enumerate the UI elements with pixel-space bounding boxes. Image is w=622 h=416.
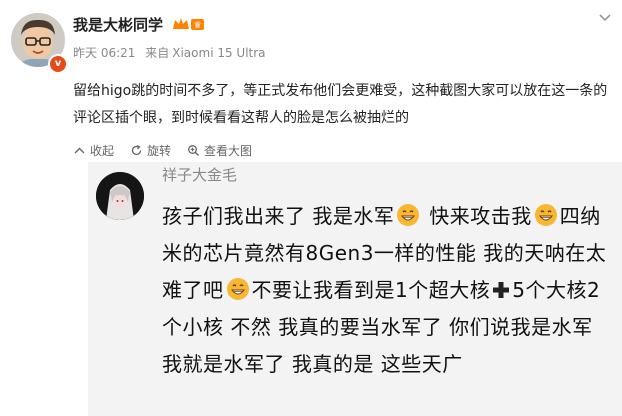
collapse-icon bbox=[74, 147, 85, 154]
crown-vip-icon: ♛ bbox=[173, 18, 204, 31]
comment-segment: 孩子们我出来了 我是水军 bbox=[162, 204, 395, 228]
post-text: 留给higo跳的时间不多了，等正式发布他们会更难受，这种截图大家可以放在这一条的… bbox=[73, 83, 608, 126]
post-meta: 昨天 06:21 来自 Xiaomi 15 Ultra bbox=[73, 44, 272, 61]
device-name[interactable]: Xiaomi 15 Ultra bbox=[172, 46, 265, 60]
comment-text: 孩子们我出来了 我是水军 快来攻击我 四纳米的芯片竟然有8Gen3一样的性能 我的… bbox=[162, 198, 612, 383]
post-time: 昨天 06:21 bbox=[73, 46, 136, 60]
rotate-button[interactable]: 旋转 bbox=[130, 142, 171, 159]
svg-text:♛: ♛ bbox=[193, 21, 201, 31]
username[interactable]: 我是大彬同学 bbox=[73, 14, 163, 35]
anime-avatar-image bbox=[96, 172, 144, 220]
verified-badge-icon: v bbox=[48, 54, 68, 74]
plus-icon bbox=[493, 282, 510, 298]
comment-segment: 不要让我看到是1个超大核 bbox=[251, 278, 491, 302]
grin-emoji-icon bbox=[397, 204, 420, 226]
weibo-post: v 我是大彬同学 ♛ 昨天 06:21 来自 Xiaomi 15 Ultra 留给… bbox=[0, 0, 622, 160]
zoom-icon bbox=[188, 145, 200, 156]
rotate-icon bbox=[131, 144, 142, 156]
view-large-label: 查看大图 bbox=[204, 144, 253, 158]
comment-username: 祥子大金毛 bbox=[162, 166, 238, 184]
rotate-label: 旋转 bbox=[147, 144, 172, 158]
grin-emoji-icon bbox=[226, 278, 249, 300]
collapse-label: 收起 bbox=[90, 144, 115, 158]
comment-avatar bbox=[96, 172, 144, 220]
image-actions: 收起 旋转 查看大图 bbox=[73, 142, 252, 159]
collapse-button[interactable]: 收起 bbox=[73, 142, 114, 159]
view-large-button[interactable]: 查看大图 bbox=[187, 142, 252, 159]
comment-segment: 快来攻击我 bbox=[429, 204, 532, 228]
source-prefix: 来自 bbox=[145, 46, 170, 60]
grin-emoji-icon bbox=[534, 204, 557, 226]
chevron-down-icon[interactable] bbox=[597, 9, 613, 25]
embedded-screenshot[interactable]: 祥子大金毛 孩子们我出来了 我是水军 快来攻击我 四纳米的芯片竟然有8Gen3一样… bbox=[88, 162, 622, 416]
